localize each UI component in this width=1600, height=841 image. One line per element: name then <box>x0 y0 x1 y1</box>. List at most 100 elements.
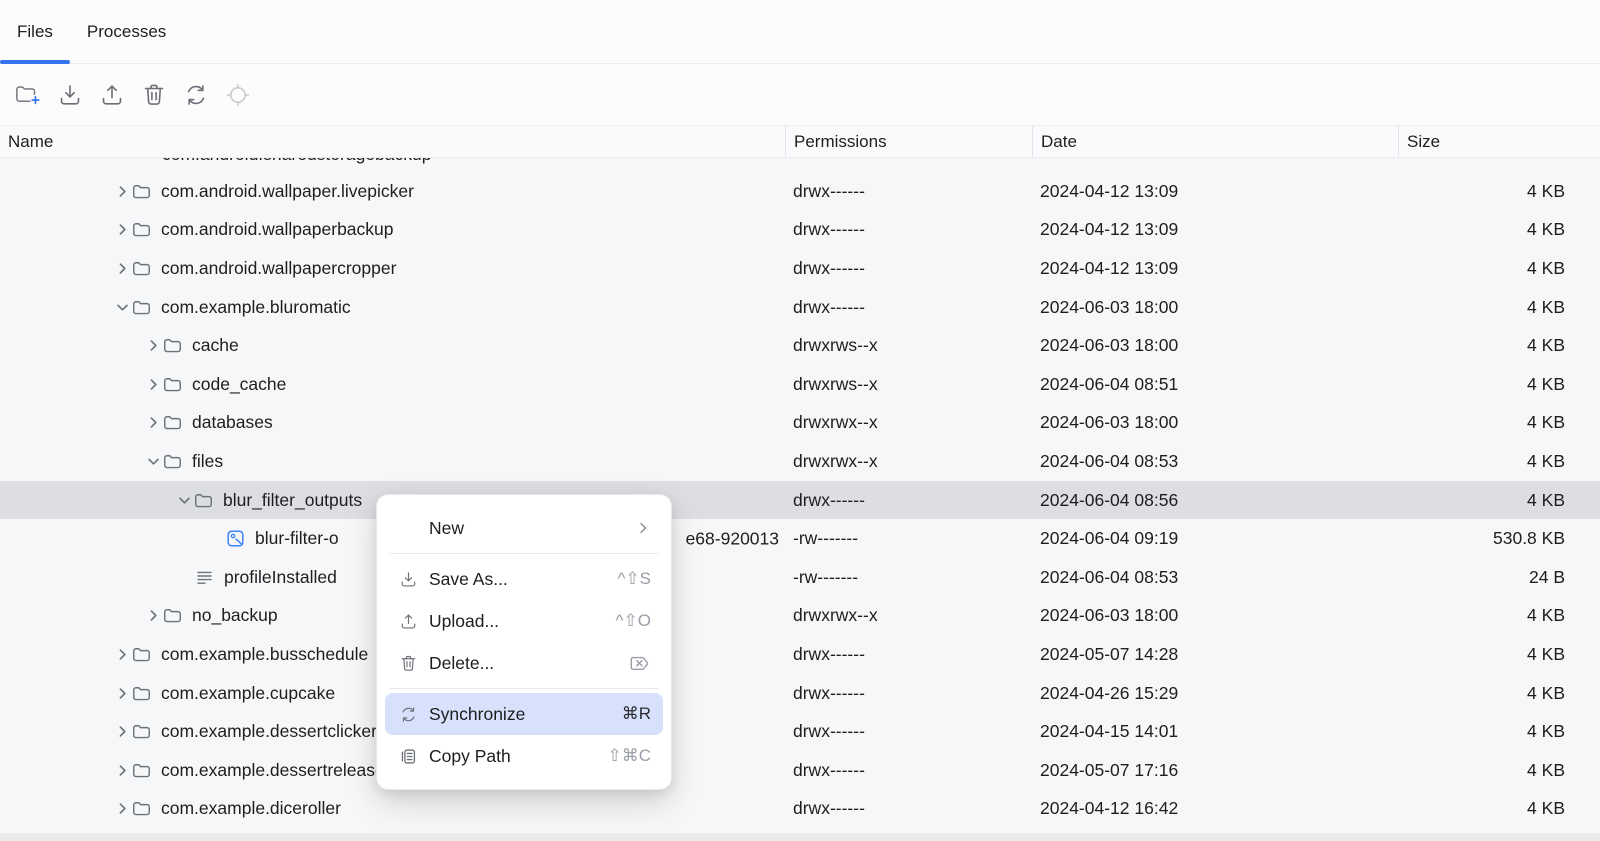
size-cell: 24 B <box>1398 567 1600 588</box>
menu-item-label: Synchronize <box>419 704 622 725</box>
table-row[interactable]: com.android.wallpaper.livepickerdrwx----… <box>0 172 1600 211</box>
trash-icon <box>141 82 167 108</box>
table-row[interactable]: blur_filter_outputsdrwx------2024-06-04 … <box>0 481 1600 520</box>
file-name-label: com.example.dessertrelease <box>156 760 385 781</box>
chevron-right-icon[interactable] <box>112 220 132 240</box>
toolbar <box>0 64 1600 125</box>
menu-item-synchronize[interactable]: Synchronize⌘R <box>385 693 663 735</box>
table-row[interactable]: code_cachedrwxrws--x2024-06-04 08:514 KB <box>0 365 1600 404</box>
delete-button[interactable] <box>140 81 168 109</box>
permissions-cell: drwx------ <box>785 297 1032 318</box>
table-row[interactable]: com.android.wallpaperbackupdrwx------202… <box>0 211 1600 250</box>
column-header-name[interactable]: Name <box>0 126 785 157</box>
table-row[interactable]: com.example.dessertreleasedrwx------2024… <box>0 751 1600 790</box>
chevron-right-icon[interactable] <box>112 683 132 703</box>
size-cell: 4 KB <box>1398 219 1600 240</box>
date-cell: 2024-04-15 14:01 <box>1032 721 1398 742</box>
table-row[interactable]: com.example.cupcakedrwx------2024-04-26 … <box>0 674 1600 713</box>
menu-separator <box>389 553 659 554</box>
name-cell: com.android.wallpapercropper <box>0 249 785 288</box>
folder-icon <box>163 374 187 394</box>
chevron-right-icon[interactable] <box>143 413 163 433</box>
size-cell: 4 KB <box>1398 490 1600 511</box>
table-row[interactable]: com.example.bluromaticdrwx------2024-06-… <box>0 288 1600 327</box>
table-row[interactable]: cachedrwxrws--x2024-06-03 18:004 KB <box>0 326 1600 365</box>
chevron-right-icon[interactable] <box>112 258 132 278</box>
size-cell: 4 KB <box>1398 760 1600 781</box>
tab-files[interactable]: Files <box>0 0 70 63</box>
file-name-label: com.example.busschedule <box>156 644 368 665</box>
column-header-size[interactable]: Size <box>1398 126 1600 157</box>
table-row[interactable]: blur-filter-oe68-920013-rw-------2024-06… <box>0 519 1600 558</box>
name-cell: com.example.bluromatic <box>0 288 785 327</box>
chevron-down-icon[interactable] <box>143 451 163 471</box>
column-header-date[interactable]: Date <box>1032 126 1398 157</box>
chevron-right-icon[interactable] <box>112 644 132 664</box>
table-row[interactable]: databasesdrwxrwx--x2024-06-03 18:004 KB <box>0 404 1600 443</box>
date-cell: 2024-06-04 08:56 <box>1032 490 1398 511</box>
table-row[interactable]: filesdrwxrwx--x2024-06-04 08:534 KB <box>0 442 1600 481</box>
folder-icon <box>163 413 187 433</box>
table-row[interactable]: no_backupdrwxrwx--x2024-06-03 18:004 KB <box>0 597 1600 636</box>
permissions-cell: drwx------ <box>785 258 1032 279</box>
chevron-right-icon[interactable] <box>112 181 132 201</box>
menu-item-new[interactable]: New <box>385 507 663 549</box>
permissions-cell: drwxrwx--x <box>785 412 1032 433</box>
menu-item-upload[interactable]: Upload...^⇧O <box>385 600 663 642</box>
chevron-down-icon[interactable] <box>112 297 132 317</box>
file-tree-body: com.android.sharedstoragebackup com.andr… <box>0 158 1600 841</box>
permissions-cell: drwxrws--x <box>785 374 1032 395</box>
menu-separator <box>389 688 659 689</box>
save-to-computer-button[interactable] <box>56 81 84 109</box>
permissions-cell: -rw------- <box>785 528 1032 549</box>
size-cell: 4 KB <box>1398 374 1600 395</box>
menu-item-delete[interactable]: Delete... <box>385 642 663 684</box>
new-folder-button[interactable] <box>14 81 42 109</box>
chevron-right-icon[interactable] <box>143 374 163 394</box>
menu-item-save-as[interactable]: Save As...^⇧S <box>385 558 663 600</box>
file-name-label: com.example.dessertclicker <box>156 721 377 742</box>
table-row[interactable]: com.example.busscheduledrwx------2024-05… <box>0 635 1600 674</box>
submenu-arrow-icon <box>635 520 651 536</box>
chevron-right-icon[interactable] <box>112 722 132 742</box>
name-cell: code_cache <box>0 365 785 404</box>
no-icon <box>397 517 419 539</box>
size-cell: 4 KB <box>1398 721 1600 742</box>
chevron-right-icon[interactable] <box>112 799 132 819</box>
date-cell: 2024-06-04 08:51 <box>1032 374 1398 395</box>
name-cell: cache <box>0 326 785 365</box>
upload-icon <box>397 610 419 632</box>
file-name-label: databases <box>187 412 273 433</box>
folder-icon <box>132 644 156 664</box>
upload-button[interactable] <box>98 81 126 109</box>
chevron-down-icon[interactable] <box>174 490 194 510</box>
menu-item-copy-path[interactable]: Copy Path⇧⌘C <box>385 735 663 777</box>
file-name-label: com.android.wallpaperbackup <box>156 219 394 240</box>
new-folder-icon <box>15 82 41 108</box>
date-cell: 2024-06-03 18:00 <box>1032 605 1398 626</box>
table-row[interactable]: com.example.dicerollerdrwx------2024-04-… <box>0 790 1600 829</box>
table-row[interactable]: com.android.wallpapercropperdrwx------20… <box>0 249 1600 288</box>
file-name-label: com.android.wallpapercropper <box>156 258 396 279</box>
partial-next-row <box>0 833 1600 841</box>
chevron-right-icon[interactable] <box>143 606 163 626</box>
folder-icon <box>163 606 187 626</box>
sync-icon <box>183 82 209 108</box>
clipped-row: com.android.sharedstoragebackup <box>0 158 1600 172</box>
size-cell: 4 KB <box>1398 412 1600 433</box>
table-row[interactable]: profileInstalled-rw-------2024-06-04 08:… <box>0 558 1600 597</box>
permissions-cell: drwx------ <box>785 798 1032 819</box>
synchronize-button[interactable] <box>182 81 210 109</box>
permissions-cell: drwx------ <box>785 760 1032 781</box>
chevron-right-icon[interactable] <box>112 760 132 780</box>
menu-item-shortcut: ^⇧O <box>616 611 651 631</box>
tab-processes[interactable]: Processes <box>70 0 183 63</box>
text-file-icon <box>195 567 219 587</box>
file-name-label: profileInstalled <box>219 567 337 588</box>
target-icon <box>225 82 251 108</box>
table-row[interactable]: com.example.dessertclickerdrwx------2024… <box>0 712 1600 751</box>
column-header-permissions[interactable]: Permissions <box>785 126 1032 157</box>
chevron-right-icon[interactable] <box>143 336 163 356</box>
size-cell: 4 KB <box>1398 181 1600 202</box>
file-name-label: com.example.cupcake <box>156 683 335 704</box>
